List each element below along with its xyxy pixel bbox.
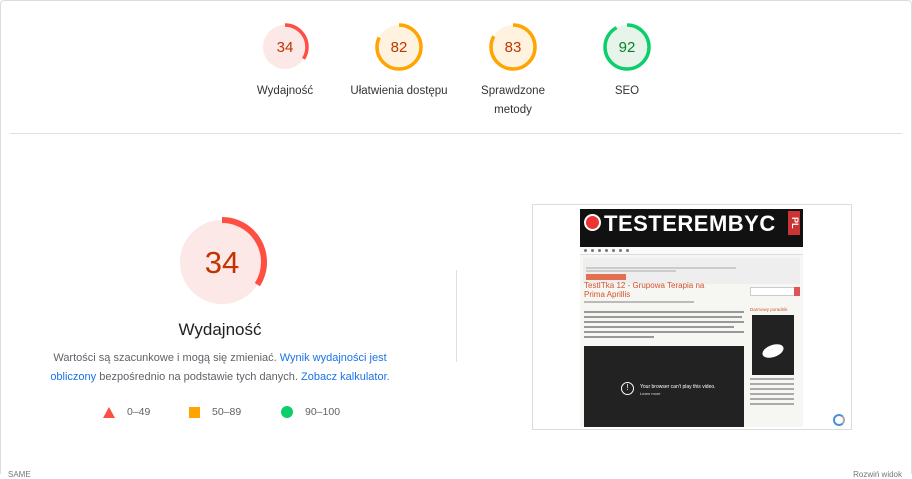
vertical-divider bbox=[456, 270, 457, 362]
post-meta bbox=[584, 301, 694, 303]
post-text bbox=[584, 311, 744, 341]
legend-range: 50–89 bbox=[212, 406, 242, 418]
gauge-score: 82 bbox=[391, 39, 408, 56]
sidebar-text bbox=[750, 378, 800, 405]
legend-range: 0–49 bbox=[127, 406, 151, 418]
performance-description: Wartości są szacunkowe i mogą się zmieni… bbox=[40, 349, 400, 387]
gauge-score: 92 bbox=[619, 39, 636, 56]
ebook-cover-image bbox=[752, 315, 794, 375]
page-screenshot-thumbnail[interactable]: TESTEREMBYC PL TestITka 12 - Grupowa Ter… bbox=[532, 204, 852, 430]
site-logo-suffix: PL bbox=[788, 211, 800, 235]
gauge-ring: 83 bbox=[489, 23, 537, 71]
gauge-score: 34 bbox=[277, 39, 294, 56]
gauge-ring: 34 bbox=[261, 23, 309, 71]
performance-big-gauge: 34 bbox=[174, 214, 270, 315]
gauge-ring: 82 bbox=[375, 23, 423, 71]
site-logo-text: TESTEREMBYC bbox=[604, 211, 776, 236]
legend-item-fail: 0–49 bbox=[103, 406, 150, 418]
gauge-label: Wydajność bbox=[256, 85, 314, 97]
logo-bug-icon bbox=[584, 214, 601, 231]
legend-range: 90–100 bbox=[305, 406, 341, 418]
big-gauge-ring: 34 bbox=[177, 217, 267, 307]
video-error-text: Your browser can't play this video. bbox=[640, 384, 716, 390]
site-sidebar: Darmowy poradnik bbox=[750, 287, 800, 405]
site-header: TESTEREMBYC PL bbox=[580, 209, 803, 247]
sidebar-title: Darmowy poradnik bbox=[750, 307, 788, 312]
legend-item-pass: 90–100 bbox=[281, 406, 340, 418]
gauge-ring: 92 bbox=[603, 23, 651, 71]
section-divider bbox=[10, 133, 902, 134]
big-gauge-score: 34 bbox=[205, 245, 239, 280]
site-preview: TESTEREMBYC PL TestITka 12 - Grupowa Ter… bbox=[580, 209, 803, 427]
gauge-label: Ułatwienia dostępu bbox=[350, 85, 448, 97]
score-legend: 0–49 50–89 90–100 bbox=[0, 406, 440, 422]
site-navbar bbox=[580, 247, 803, 255]
cookie-accept-button bbox=[586, 274, 626, 280]
site-search-box bbox=[750, 287, 800, 296]
orange-square-icon bbox=[189, 406, 200, 418]
video-learn-more: Learn more bbox=[640, 391, 661, 396]
gauge-best-practices[interactable]: 83 Sprawdzone metody bbox=[458, 22, 568, 120]
desc-text-2: bezpośrednio na podstawie tych danych. bbox=[96, 371, 302, 383]
gauge-seo[interactable]: 92 SEO bbox=[572, 22, 682, 101]
alert-icon: ! bbox=[621, 382, 634, 395]
gauge-score: 83 bbox=[505, 39, 522, 56]
gauge-accessibility[interactable]: 82 Ułatwienia dostępu bbox=[344, 22, 454, 101]
score-gauges: 34 Wydajność 82 Ułatwienia dostępu 83 Sp… bbox=[0, 22, 912, 122]
calculator-link[interactable]: Zobacz kalkulator. bbox=[301, 371, 390, 383]
video-embed: ! Your browser can't play this video. Le… bbox=[584, 346, 744, 427]
green-circle-icon bbox=[281, 406, 293, 418]
red-triangle-icon bbox=[103, 406, 115, 418]
post-title: TestITka 12 - Grupowa Terapia na Prima A… bbox=[584, 281, 705, 299]
gauge-performance[interactable]: 34 Wydajność bbox=[230, 22, 340, 101]
desc-text-1: Wartości są szacunkowe i mogą się zmieni… bbox=[53, 352, 280, 364]
recaptcha-icon bbox=[833, 414, 845, 426]
gauge-label: SEO bbox=[614, 85, 640, 97]
legend-item-average: 50–89 bbox=[189, 406, 241, 418]
gauge-label: Sprawdzone metody bbox=[481, 85, 545, 116]
performance-title: Wydajność bbox=[178, 320, 262, 339]
